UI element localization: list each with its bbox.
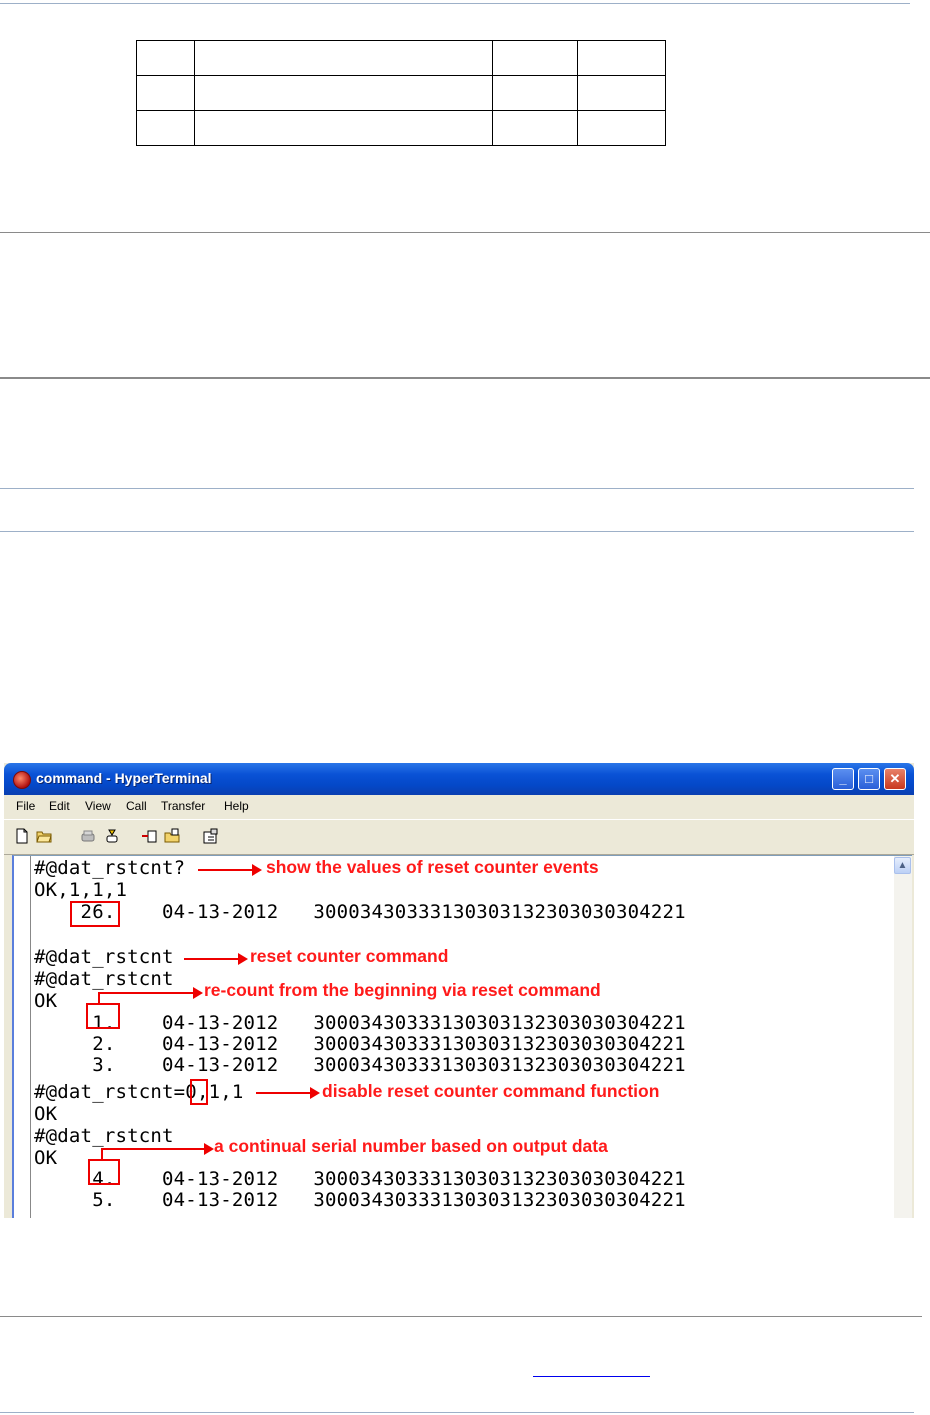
section-rule-2 [0, 377, 930, 379]
empty-table [136, 40, 666, 146]
minimize-button[interactable]: _ [832, 768, 854, 790]
section-rule-4 [0, 531, 914, 532]
annotation-arrow [99, 987, 203, 999]
terminal-line: #@dat_rstcnt? [34, 857, 186, 879]
table-row [136, 75, 666, 111]
terminal-line: 4. 04-13-2012 30003430333130303132303030… [34, 1168, 686, 1190]
table-row [136, 110, 666, 146]
annotation-label: reset counter command [250, 946, 449, 966]
terminal-line: OK [34, 1103, 58, 1125]
close-button[interactable]: ✕ [884, 768, 906, 790]
terminal-margin [30, 856, 31, 1218]
disconnect-icon[interactable] [80, 828, 96, 844]
highlight-box [70, 901, 120, 927]
title-bar[interactable]: command - HyperTerminal _ □ ✕ [4, 763, 914, 795]
table-row [136, 40, 666, 76]
terminal-line: #@dat_rstcnt [34, 968, 174, 990]
terminal-line: OK [34, 990, 58, 1012]
annotation-arrow [198, 864, 262, 876]
new-file-icon[interactable] [14, 828, 30, 844]
terminal-area[interactable]: #@dat_rstcnt? OK,1,1,1 26. 04-13-2012 30… [12, 855, 912, 1218]
top-rule [0, 3, 910, 4]
scroll-up-icon[interactable]: ▲ [894, 857, 911, 874]
menu-file[interactable]: File [16, 799, 35, 813]
terminal-line: 1. 04-13-2012 30003430333130303132303030… [34, 1012, 686, 1034]
annotation-arrow [256, 1087, 320, 1099]
section-rule-5 [0, 1316, 922, 1317]
section-rule-3 [0, 488, 914, 489]
highlight-box [86, 1003, 120, 1029]
annotation-arrow [102, 1143, 214, 1155]
send-icon[interactable] [142, 828, 158, 844]
minimize-icon: _ [839, 771, 847, 786]
annotation-arrow [184, 953, 248, 965]
highlight-box [190, 1079, 208, 1105]
terminal-line: OK [34, 1147, 58, 1169]
menu-help[interactable]: Help [224, 799, 249, 813]
maximize-icon: □ [865, 771, 873, 786]
maximize-button[interactable]: □ [858, 768, 880, 790]
terminal-line: #@dat_rstcnt [34, 946, 174, 968]
close-icon: ✕ [889, 771, 901, 786]
terminal-line: OK,1,1,1 [34, 879, 128, 901]
window-title: command - HyperTerminal [36, 770, 212, 786]
terminal-line: #@dat_rstcnt [34, 1125, 174, 1147]
menu-view[interactable]: View [85, 799, 111, 813]
section-rule-1 [0, 232, 930, 233]
menu-transfer[interactable]: Transfer [161, 799, 205, 813]
terminal-line: 2. 04-13-2012 30003430333130303132303030… [34, 1033, 686, 1055]
connect-icon[interactable] [104, 828, 120, 844]
annotation-label: show the values of reset counter events [266, 857, 599, 877]
properties-icon[interactable] [202, 828, 218, 844]
hyperterminal-app-icon [13, 771, 31, 789]
menu-bar: File Edit View Call Transfer Help [4, 795, 914, 817]
hyperterminal-window: command - HyperTerminal _ □ ✕ File Edit … [4, 763, 914, 1218]
receive-icon[interactable] [164, 828, 180, 844]
toolbar [4, 819, 914, 855]
highlight-box [88, 1159, 120, 1185]
annotation-label: re-count from the beginning via reset co… [204, 980, 601, 1000]
terminal-line: 5. 04-13-2012 30003430333130303132303030… [34, 1189, 686, 1211]
hyperlink-underline[interactable] [533, 1376, 650, 1377]
menu-call[interactable]: Call [126, 799, 147, 813]
open-folder-icon[interactable] [36, 828, 52, 844]
annotation-label: a continual serial number based on outpu… [214, 1136, 608, 1156]
menu-edit[interactable]: Edit [49, 799, 70, 813]
terminal-line: 26. 04-13-2012 3000343033313030313230303… [34, 901, 686, 923]
bottom-rule [0, 1412, 914, 1413]
terminal-line: #@dat_rstcnt=0,1,1 [34, 1081, 244, 1103]
terminal-line: 3. 04-13-2012 30003430333130303132303030… [34, 1054, 686, 1076]
annotation-label: disable reset counter command function [322, 1081, 660, 1101]
vertical-scrollbar[interactable]: ▲ [894, 856, 912, 1218]
